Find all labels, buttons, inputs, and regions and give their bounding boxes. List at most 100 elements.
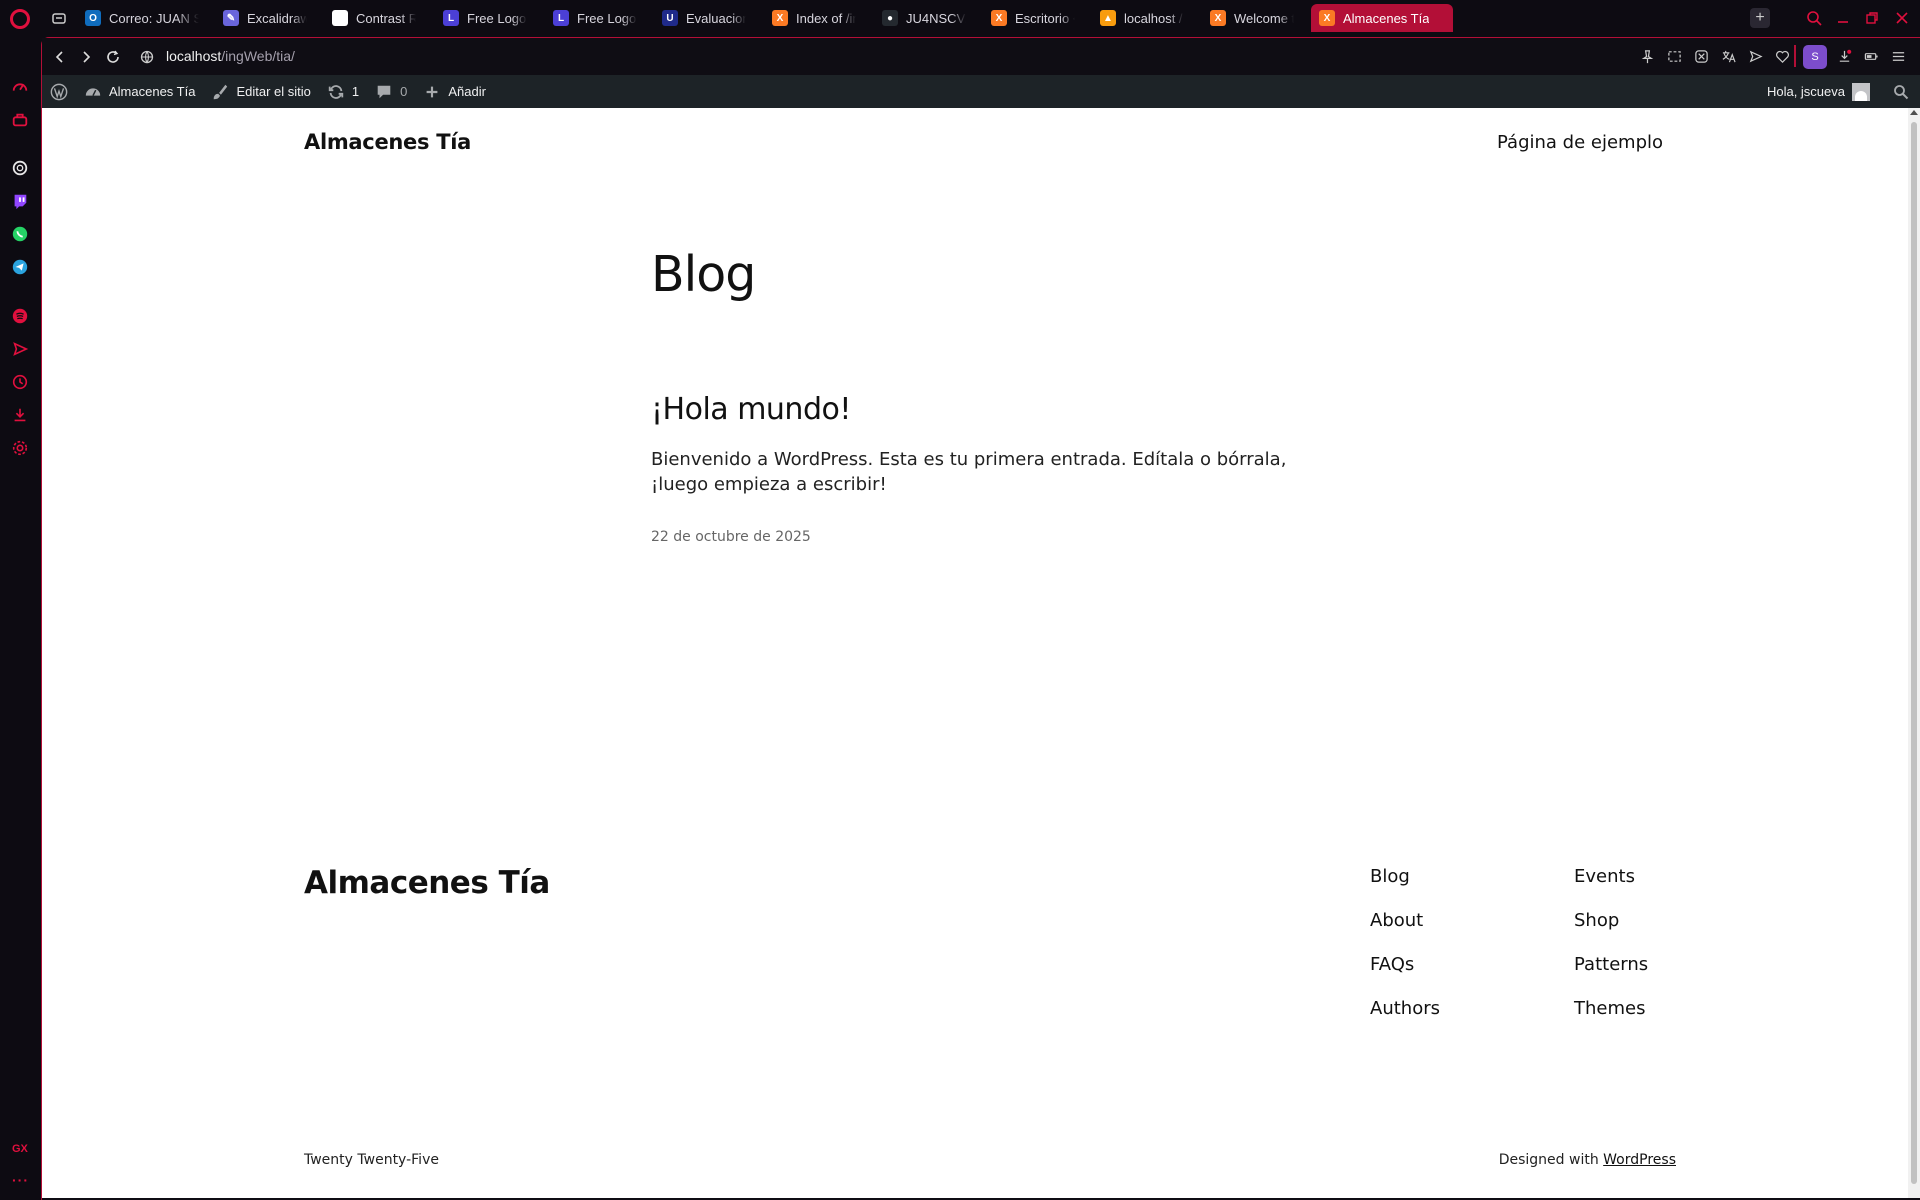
whatsapp-icon[interactable] [10,224,30,244]
heart-icon[interactable] [1773,47,1791,65]
toolbar-divider [1794,45,1796,67]
settings-icon[interactable] [10,438,30,458]
wp-edit-site-label: Editar el sitio [236,84,311,99]
wp-comments-count: 0 [400,84,408,99]
opera-logo-icon[interactable] [10,9,30,29]
tab[interactable]: L Free Logo Make [435,4,535,32]
battery-saver-icon[interactable] [1862,47,1880,65]
wp-logo-menu[interactable] [42,75,76,108]
send-icon[interactable] [1746,47,1764,65]
easy-setup-icon[interactable] [1889,47,1907,65]
footer-site-title-link[interactable]: Almacenes Tía [304,865,550,901]
phpmyadmin-icon: ▲ [1100,10,1116,26]
more-icon[interactable]: ··· [12,1172,29,1188]
tab[interactable]: O Correo: JUAN S [77,4,207,32]
tab[interactable]: X Index of /ingWe [764,4,864,32]
tab[interactable]: X Escritorio < Alm [983,4,1083,32]
search-tabs-icon[interactable] [1804,8,1824,28]
translate-icon[interactable] [1719,47,1737,65]
footer-nav-column-1: Blog About FAQs Authors [1370,866,1440,1042]
wp-admin-bar: Almacenes Tía Editar el sitio 1 0 Añadir… [42,75,1920,108]
wordpress-link[interactable]: WordPress [1603,1152,1676,1168]
restore-icon[interactable] [1862,8,1882,28]
tab-title: localhost / 127. [1124,10,1184,26]
comment-icon [377,85,391,98]
url-field[interactable]: localhost/ingWeb/tia/ [166,48,295,64]
tab[interactable]: ▲ localhost / 127. [1092,4,1192,32]
wp-new-content-menu[interactable]: Añadir [415,75,494,108]
footer-nav-item[interactable]: Blog [1370,866,1440,910]
chatgpt-icon[interactable] [10,158,30,178]
wp-edit-site-menu[interactable]: Editar el sitio [203,75,318,108]
nav-item-sample-page[interactable]: Página de ejemplo [1497,132,1663,153]
tab[interactable]: Contrast Ratio: [324,4,424,32]
tab[interactable]: ● JU4NSCV/INGE [874,4,974,32]
scrollbar-thumb[interactable] [1911,122,1917,1184]
tab-title: Free Logo Make [577,10,637,26]
footer-nav-item[interactable]: Patterns [1574,954,1648,998]
wp-add-new-label: Añadir [448,84,486,99]
tab-title: Welcome to XA [1234,10,1294,26]
site-info-icon[interactable] [137,47,157,67]
spotify-icon[interactable] [10,306,30,326]
contrast-icon [332,10,348,26]
tab-title: Almacenes Tía [1343,10,1430,26]
downloads-icon[interactable] [10,405,30,425]
tab-title: Correo: JUAN S [109,10,199,26]
footer-nav-item[interactable]: Shop [1574,910,1648,954]
address-bar: localhost/ingWeb/tia/ S [42,38,1920,75]
wp-comments-menu[interactable]: 0 [367,75,415,108]
adblock-icon[interactable] [1692,47,1710,65]
tab[interactable]: ✎ Excalidraw Whi [215,4,315,32]
tab[interactable]: X Welcome to XA [1202,4,1302,32]
new-tab-button[interactable]: + [1750,8,1770,28]
send-icon[interactable] [10,339,30,359]
minimize-icon[interactable] [1833,8,1853,28]
speed-dial-icon[interactable] [10,77,30,97]
github-icon: ● [882,10,898,26]
tab[interactable]: L Free Logo Make [545,4,645,32]
close-icon[interactable] [1892,8,1912,28]
history-icon[interactable] [10,372,30,392]
wp-site-name-menu[interactable]: Almacenes Tía [76,75,203,108]
brush-icon [214,84,228,99]
page-content: Almacenes Tía Página de ejemplo Blog ¡Ho… [42,108,1908,1198]
tab-bar: O Correo: JUAN S ✎ Excalidraw Whi Contrast R… [41,0,1920,37]
snapshot-icon[interactable] [1665,47,1683,65]
post-title-link[interactable]: ¡Hola mundo! [651,392,851,427]
u-icon: U [662,10,678,26]
wp-search-icon[interactable] [1892,83,1910,101]
site-title-link[interactable]: Almacenes Tía [304,130,471,154]
gx-corner-icon[interactable]: GX [12,1143,28,1155]
tab-title: JU4NSCV/INGE [906,10,966,26]
tab-title: Index of /ingWe [796,10,856,26]
footer-theme-name: Twenty Twenty-Five [304,1152,439,1168]
tab[interactable]: U Evaluaciones: F [654,4,754,32]
footer-nav-item[interactable]: Themes [1574,998,1648,1042]
tab-title: Contrast Ratio: [356,10,416,26]
post-date[interactable]: 22 de octubre de 2025 [651,529,811,545]
wp-updates-count: 1 [351,84,360,99]
wp-my-account-menu[interactable]: Hola, jscueva [1766,82,1870,101]
gx-control-icon[interactable] [10,110,30,130]
telegram-icon[interactable] [10,257,30,277]
back-icon[interactable] [50,47,70,67]
xampp-icon: X [1210,10,1226,26]
pin-icon[interactable] [1638,47,1656,65]
footer-nav-item[interactable]: Events [1574,866,1648,910]
tab-active[interactable]: X Almacenes Tía [1311,4,1453,32]
footer-nav-item[interactable]: About [1370,910,1440,954]
reload-icon[interactable] [103,47,123,67]
logo-maker-icon: L [553,10,569,26]
downloads-icon[interactable] [1835,47,1853,65]
page-scrollbar[interactable] [1908,108,1920,1198]
tab-menu-icon[interactable] [49,8,69,28]
footer-nav-item[interactable]: Authors [1370,998,1440,1042]
profile-avatar[interactable]: S [1803,45,1827,69]
twitch-icon[interactable] [10,191,30,211]
scroll-up-icon[interactable] [1910,110,1918,115]
footer-nav-item[interactable]: FAQs [1370,954,1440,998]
wp-greeting: Hola, jscueva [1766,84,1845,99]
forward-icon[interactable] [76,47,96,67]
wp-updates-menu[interactable]: 1 [319,75,367,108]
